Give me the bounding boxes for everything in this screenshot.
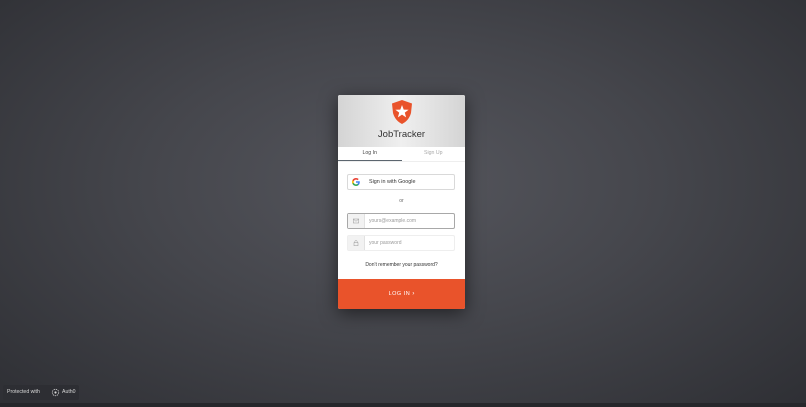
email-icon-box [348,214,365,228]
or-separator: or [399,198,404,204]
log-in-label: LOG IN [388,291,411,297]
envelope-icon [353,218,359,224]
email-input[interactable] [369,214,453,228]
badge-brand: Auth0 [62,389,76,395]
tabs-divider [338,161,465,162]
badge-text: Protected with [7,389,40,395]
password-field [347,235,455,251]
auth0-badge[interactable]: Protected with Auth0 [3,385,79,400]
password-icon-box [348,236,365,250]
shield-star-logo-icon [392,100,412,124]
auth0-logo-icon [51,388,60,397]
google-sign-in-button[interactable]: Sign in with Google [347,174,455,190]
tab-log-in[interactable]: Log In [338,147,402,161]
password-input[interactable] [369,236,453,250]
log-in-button[interactable]: LOG IN › [338,279,465,309]
forgot-password-link[interactable]: Don't remember your password? [338,262,465,268]
tab-sign-up[interactable]: Sign Up [402,147,466,161]
google-icon [352,178,360,186]
card-header: JobTracker [338,95,465,147]
login-card: JobTracker Log In Sign Up Sign in with G… [338,95,465,309]
bottom-strip [0,403,806,407]
app-title: JobTracker [377,129,426,140]
chevron-right-icon: › [412,290,415,297]
google-sign-in-label: Sign in with Google [369,179,416,185]
email-field [347,213,455,229]
auth-tabs: Log In Sign Up [338,147,465,161]
lock-icon [353,240,359,246]
